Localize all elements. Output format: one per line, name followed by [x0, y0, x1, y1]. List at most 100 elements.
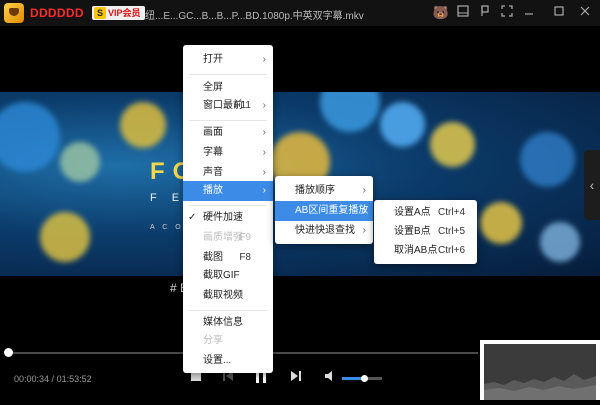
time-display: 00:00:34 / 01:53:52: [14, 374, 92, 384]
maximize-icon[interactable]: [550, 4, 568, 22]
menu-item-label: 快进快退查找: [295, 225, 355, 236]
menu-item-label: 取消AB点: [394, 245, 438, 256]
menu-item-shortcut: Ctrl+5: [438, 226, 465, 237]
menu-item-label: 截取视频: [203, 290, 243, 301]
menu-item-play-order[interactable]: 播放顺序 ›: [275, 181, 373, 201]
menu-item-subtitle[interactable]: 字幕 ›: [183, 143, 273, 163]
menu-item-label: AB区间重复播放: [295, 205, 369, 216]
volume-slider-knob[interactable]: [361, 375, 368, 382]
chevron-right-icon: ›: [362, 205, 366, 216]
chevron-right-icon: ›: [362, 185, 366, 196]
player-logo-icon[interactable]: [4, 3, 24, 23]
menu-item-hardware-acceleration[interactable]: ✓ 硬件加速: [183, 208, 273, 228]
bokeh-light: [430, 122, 475, 167]
fullscreen-icon[interactable]: [498, 4, 516, 22]
menu-item-label: 画面: [203, 127, 223, 138]
menu-item-picture[interactable]: 画面 ›: [183, 123, 273, 143]
bokeh-light: [60, 142, 100, 182]
menu-item-open[interactable]: 打开 ›: [183, 50, 273, 70]
vip-badge[interactable]: S VIP会员: [92, 6, 145, 20]
bokeh-light: [380, 102, 425, 147]
bokeh-light: [520, 132, 575, 187]
vip-label: VIP会员: [108, 8, 141, 18]
menu-item-label: 打开: [203, 54, 223, 65]
title-bar: DDDDDD S VIP会员 纽...E...GC...B...B...P...…: [0, 0, 600, 26]
menu-item-clear-ab-points[interactable]: 取消AB点 Ctrl+6: [374, 241, 477, 261]
volume-icon[interactable]: [324, 370, 336, 386]
chevron-right-icon: ›: [262, 147, 266, 158]
menu-item-set-a-point[interactable]: 设置A点 Ctrl+4: [374, 203, 477, 223]
menu-item-set-b-point[interactable]: 设置B点 Ctrl+5: [374, 222, 477, 242]
context-submenu-ab-repeat: 设置A点 Ctrl+4 设置B点 Ctrl+5 取消AB点 Ctrl+6: [374, 200, 477, 264]
menu-item-capture-gif[interactable]: 截取GIF: [183, 266, 273, 286]
menu-item-shortcut: F8: [239, 252, 251, 263]
bokeh-light: [320, 92, 380, 132]
mini-preview-image: [484, 344, 596, 400]
current-time: 00:00:34: [14, 374, 50, 384]
menu-item-label: 全屏: [203, 82, 223, 93]
menu-item-settings[interactable]: 设置...: [183, 351, 273, 371]
chevron-right-icon: ›: [262, 185, 266, 196]
menu-item-label: 播放: [203, 185, 223, 196]
menu-item-shortcut: F11: [234, 100, 252, 111]
menu-item-label: 硬件加速: [203, 212, 243, 223]
chevron-right-icon: ›: [362, 225, 366, 236]
menu-item-playback[interactable]: 播放 ›: [183, 181, 273, 201]
menu-item-shortcut: Ctrl+4: [438, 207, 465, 218]
menu-item-label: 声音: [203, 167, 223, 178]
menu-item-label: 设置A点: [394, 207, 431, 218]
menu-item-screenshot[interactable]: 截图 F8: [183, 248, 273, 268]
minimize-to-tray-icon[interactable]: [454, 4, 472, 22]
menu-separator: [189, 74, 267, 75]
menu-item-label: 设置B点: [394, 226, 431, 237]
menu-item-label: 截取GIF: [203, 270, 240, 281]
mini-preview-window[interactable]: [480, 340, 600, 400]
brand-name[interactable]: DDDDDD: [30, 6, 84, 20]
seek-bar-knob[interactable]: [4, 348, 13, 357]
menu-item-media-info[interactable]: 媒体信息: [183, 313, 273, 333]
chevron-right-icon: ›: [262, 54, 266, 65]
menu-item-shortcut: F9: [239, 232, 251, 243]
menu-item-label: 字幕: [203, 147, 223, 158]
menu-item-label: 画质增强: [203, 232, 243, 243]
playlist-toggle-chevron-left-icon[interactable]: ‹: [584, 150, 600, 220]
chevron-right-icon: ›: [262, 167, 266, 178]
video-subtitle-text-2: A C O: [150, 224, 184, 231]
close-icon[interactable]: [576, 4, 594, 22]
next-icon[interactable]: [290, 370, 302, 386]
menu-item-fullscreen[interactable]: 全屏: [183, 78, 273, 98]
menu-item-label: 分享: [203, 335, 223, 346]
checkmark-icon: ✓: [188, 212, 197, 223]
menu-item-ab-repeat[interactable]: AB区间重复播放 ›: [275, 201, 373, 221]
menu-item-capture-video[interactable]: 截取视频: [183, 286, 273, 306]
menu-item-share: 分享: [183, 331, 273, 351]
minimize-icon[interactable]: [520, 4, 538, 22]
pin-icon[interactable]: [476, 4, 494, 22]
time-separator: /: [49, 374, 57, 384]
menu-separator: [189, 310, 267, 311]
chevron-right-icon: ›: [262, 100, 266, 111]
menu-item-label: 设置...: [203, 355, 232, 366]
bear-icon[interactable]: 🐻: [432, 4, 450, 22]
bokeh-light: [540, 222, 580, 262]
menu-item-shortcut: Ctrl+6: [438, 245, 465, 256]
bokeh-light: [120, 102, 166, 148]
menu-separator: [189, 205, 267, 206]
menu-item-audio[interactable]: 声音 ›: [183, 163, 273, 183]
menu-item-seek-step[interactable]: 快进快退查找 ›: [275, 221, 373, 241]
chevron-right-icon: ›: [262, 127, 266, 138]
menu-item-label: 媒体信息: [203, 317, 243, 328]
context-submenu-playback: 播放顺序 › AB区间重复播放 › 快进快退查找 ›: [275, 176, 373, 244]
menu-separator: [189, 120, 267, 121]
vip-s-icon: S: [94, 7, 106, 19]
menu-item-quality-enhance: 画质增强 F9: [183, 228, 273, 248]
menu-item-always-on-top[interactable]: 窗口最前 F11 ›: [183, 96, 273, 116]
bokeh-light: [0, 102, 60, 172]
menu-item-label: 截图: [203, 252, 223, 263]
total-time: 01:53:52: [56, 374, 92, 384]
bokeh-light: [480, 202, 522, 244]
bokeh-light: [40, 212, 90, 262]
video-subtitle-text: F E: [150, 192, 186, 204]
file-title: 纽...E...GC...B...B...P...BD.1080p.中英双字幕.…: [145, 11, 364, 22]
menu-item-label: 播放顺序: [295, 185, 335, 196]
